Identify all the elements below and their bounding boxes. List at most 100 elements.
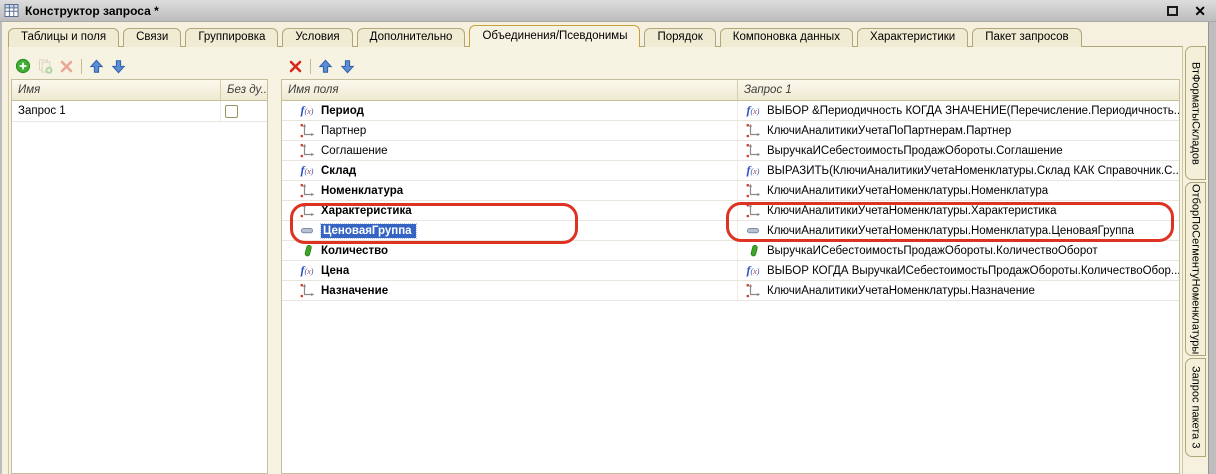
tab[interactable]: Условия — [282, 28, 352, 47]
field-icon — [745, 143, 761, 158]
move-down-icon[interactable] — [339, 58, 356, 75]
fx-icon: f(x) — [745, 103, 761, 118]
copy-add-icon[interactable] — [36, 58, 53, 75]
window-title: Конструктор запроса * — [25, 4, 159, 18]
dash-icon — [299, 223, 315, 238]
add-icon[interactable] — [14, 58, 31, 75]
tab[interactable]: Порядок — [644, 28, 715, 47]
field-name-cell[interactable]: Количество — [282, 241, 738, 260]
field-name-text: Склад — [321, 165, 356, 177]
field-expression-cell[interactable]: КлючиАналитикиУчетаНоменклатуры.Назначен… — [738, 281, 1179, 300]
field-row[interactable]: Характеристика КлючиАналитикиУчетаНоменк… — [282, 201, 1179, 221]
column-header-query1: Запрос 1 — [738, 80, 1179, 100]
field-row[interactable]: Назначение КлючиАналитикиУчетаНоменклату… — [282, 281, 1179, 301]
field-expression-text: КлючиАналитикиУчетаПоПартнерам.Партнер — [767, 125, 1011, 137]
tab[interactable]: Характеристики — [857, 28, 968, 47]
separator — [309, 58, 312, 74]
field-expression-cell[interactable]: ВыручкаИСебестоимостьПродажОбороты.Колич… — [738, 241, 1179, 260]
tab[interactable]: Связи — [123, 28, 181, 47]
field-expression-text: КлючиАналитикиУчетаНоменклатуры.Номенкла… — [767, 225, 1134, 237]
field-row[interactable]: f(x) Период f(x) ВЫБОР &Периодичность КО… — [282, 101, 1179, 121]
field-name-cell[interactable]: Назначение — [282, 281, 738, 300]
field-name-text: Период — [321, 105, 364, 117]
field-row[interactable]: ЦеноваяГруппа КлючиАналитикиУчетаНоменкл… — [282, 221, 1179, 241]
field-expression-cell[interactable]: f(x) ВЫБОР &Периодичность КОГДА ЗНАЧЕНИЕ… — [738, 101, 1179, 120]
separator — [80, 58, 83, 74]
window-right-border — [1208, 22, 1216, 474]
field-icon — [299, 183, 315, 198]
fields-toolbar — [287, 56, 356, 76]
tab[interactable]: Компоновка данных — [720, 28, 853, 47]
move-up-icon[interactable] — [317, 58, 334, 75]
field-expression-text: КлючиАналитикиУчетаНоменклатуры.Назначен… — [767, 285, 1035, 297]
move-down-icon[interactable] — [110, 58, 127, 75]
field-expression-cell[interactable]: КлючиАналитикиУчетаНоменклатуры.Номенкла… — [738, 221, 1179, 240]
field-icon — [299, 123, 315, 138]
no-duplicates-checkbox[interactable] — [225, 105, 238, 118]
queries-table: Имя Без ду... Запрос 1 — [11, 79, 268, 474]
maximize-button[interactable] — [1167, 6, 1178, 16]
field-icon — [745, 203, 761, 218]
fx-icon: f(x) — [299, 103, 315, 118]
column-header-field-name: Имя поля — [282, 80, 738, 100]
close-button[interactable]: ✕ — [1194, 4, 1206, 18]
field-name-cell[interactable]: ЦеноваяГруппа — [282, 221, 738, 240]
field-expression-cell[interactable]: КлючиАналитикиУчетаНоменклатуры.Номенкла… — [738, 181, 1179, 200]
query-row[interactable]: Запрос 1 — [12, 101, 267, 122]
field-expression-cell[interactable]: f(x) ВЫРАЗИТЬ(КлючиАналитикиУчетаНоменкл… — [738, 161, 1179, 180]
tab[interactable]: Группировка — [185, 28, 278, 47]
field-expression-cell[interactable]: КлючиАналитикиУчетаПоПартнерам.Партнер — [738, 121, 1179, 140]
field-expression-text: ВЫБОР &Периодичность КОГДА ЗНАЧЕНИЕ(Пере… — [767, 105, 1179, 117]
unions-aliases-page: Имя Без ду... Запрос 1 Имя поля Запрос 1… — [8, 46, 1183, 474]
tab[interactable]: Дополнительно — [357, 28, 466, 47]
field-name-text: Номенклатура — [321, 185, 403, 197]
delete-icon[interactable] — [58, 58, 75, 75]
field-name-cell[interactable]: Номенклатура — [282, 181, 738, 200]
field-row[interactable]: Количество ВыручкаИСебестоимостьПродажОб… — [282, 241, 1179, 261]
side-tab[interactable]: ВтФорматыСкладов — [1185, 46, 1206, 180]
column-header-name: Имя — [12, 80, 221, 100]
queries-table-header: Имя Без ду... — [12, 80, 267, 101]
field-row[interactable]: f(x) Цена f(x) ВЫБОР КОГДА ВыручкаИСебес… — [282, 261, 1179, 281]
field-icon — [745, 123, 761, 138]
field-name-text: Назначение — [321, 285, 388, 297]
field-expression-text: КлючиАналитикиУчетаНоменклатуры.Характер… — [767, 205, 1056, 217]
fields-table-body: f(x) Период f(x) ВЫБОР &Периодичность КО… — [282, 101, 1179, 301]
queries-table-body: Запрос 1 — [12, 101, 267, 122]
field-icon — [745, 283, 761, 298]
tab[interactable]: Объединения/Псевдонимы — [469, 25, 640, 47]
field-icon — [745, 183, 761, 198]
field-expression-cell[interactable]: КлючиАналитикиУчетаНоменклатуры.Характер… — [738, 201, 1179, 220]
window-left-border — [0, 22, 2, 474]
side-tab[interactable]: Запрос пакета 3 — [1185, 358, 1206, 457]
field-name-cell[interactable]: f(x) Склад — [282, 161, 738, 180]
field-name-cell[interactable]: Соглашение — [282, 141, 738, 160]
fx-icon: f(x) — [745, 263, 761, 278]
field-name-cell[interactable]: f(x) Цена — [282, 261, 738, 280]
field-expression-text: ВЫБОР КОГДА ВыручкаИСебестоимостьПродажО… — [767, 265, 1179, 277]
field-expression-cell[interactable]: ВыручкаИСебестоимостьПродажОбороты.Согла… — [738, 141, 1179, 160]
field-name-cell[interactable]: Характеристика — [282, 201, 738, 220]
fields-table: Имя поля Запрос 1 f(x) Период f(x) ВЫБОР… — [281, 79, 1180, 474]
fx-icon: f(x) — [299, 263, 315, 278]
field-row[interactable]: Соглашение ВыручкаИСебестоимостьПродажОб… — [282, 141, 1179, 161]
field-row[interactable]: f(x) Склад f(x) ВЫРАЗИТЬ(КлючиАналитикиУ… — [282, 161, 1179, 181]
field-name-cell[interactable]: f(x) Период — [282, 101, 738, 120]
field-row[interactable]: Номенклатура КлючиАналитикиУчетаНоменкла… — [282, 181, 1179, 201]
field-expression-text: ВыручкаИСебестоимостьПродажОбороты.Согла… — [767, 145, 1063, 157]
top-tab-bar: Таблицы и поля Связи Группировка Условия… — [8, 25, 1082, 47]
tab[interactable]: Таблицы и поля — [8, 28, 119, 47]
move-up-icon[interactable] — [88, 58, 105, 75]
field-row[interactable]: Партнер КлючиАналитикиУчетаПоПартнерам.П… — [282, 121, 1179, 141]
resource-icon — [299, 243, 315, 258]
query-name-cell[interactable]: Запрос 1 — [12, 101, 221, 121]
delete-icon[interactable] — [287, 58, 304, 75]
field-expression-text: ВЫРАЗИТЬ(КлючиАналитикиУчетаНоменклатуры… — [767, 165, 1179, 177]
field-expression-cell[interactable]: f(x) ВЫБОР КОГДА ВыручкаИСебестоимостьПр… — [738, 261, 1179, 280]
side-tab[interactable]: ОтборПоСегментуНоменклатуры — [1185, 182, 1206, 356]
field-name-cell[interactable]: Партнер — [282, 121, 738, 140]
field-icon — [299, 203, 315, 218]
field-name-text: Цена — [321, 265, 349, 277]
column-header-no-duplicates: Без ду... — [221, 80, 267, 100]
tab[interactable]: Пакет запросов — [972, 28, 1081, 47]
